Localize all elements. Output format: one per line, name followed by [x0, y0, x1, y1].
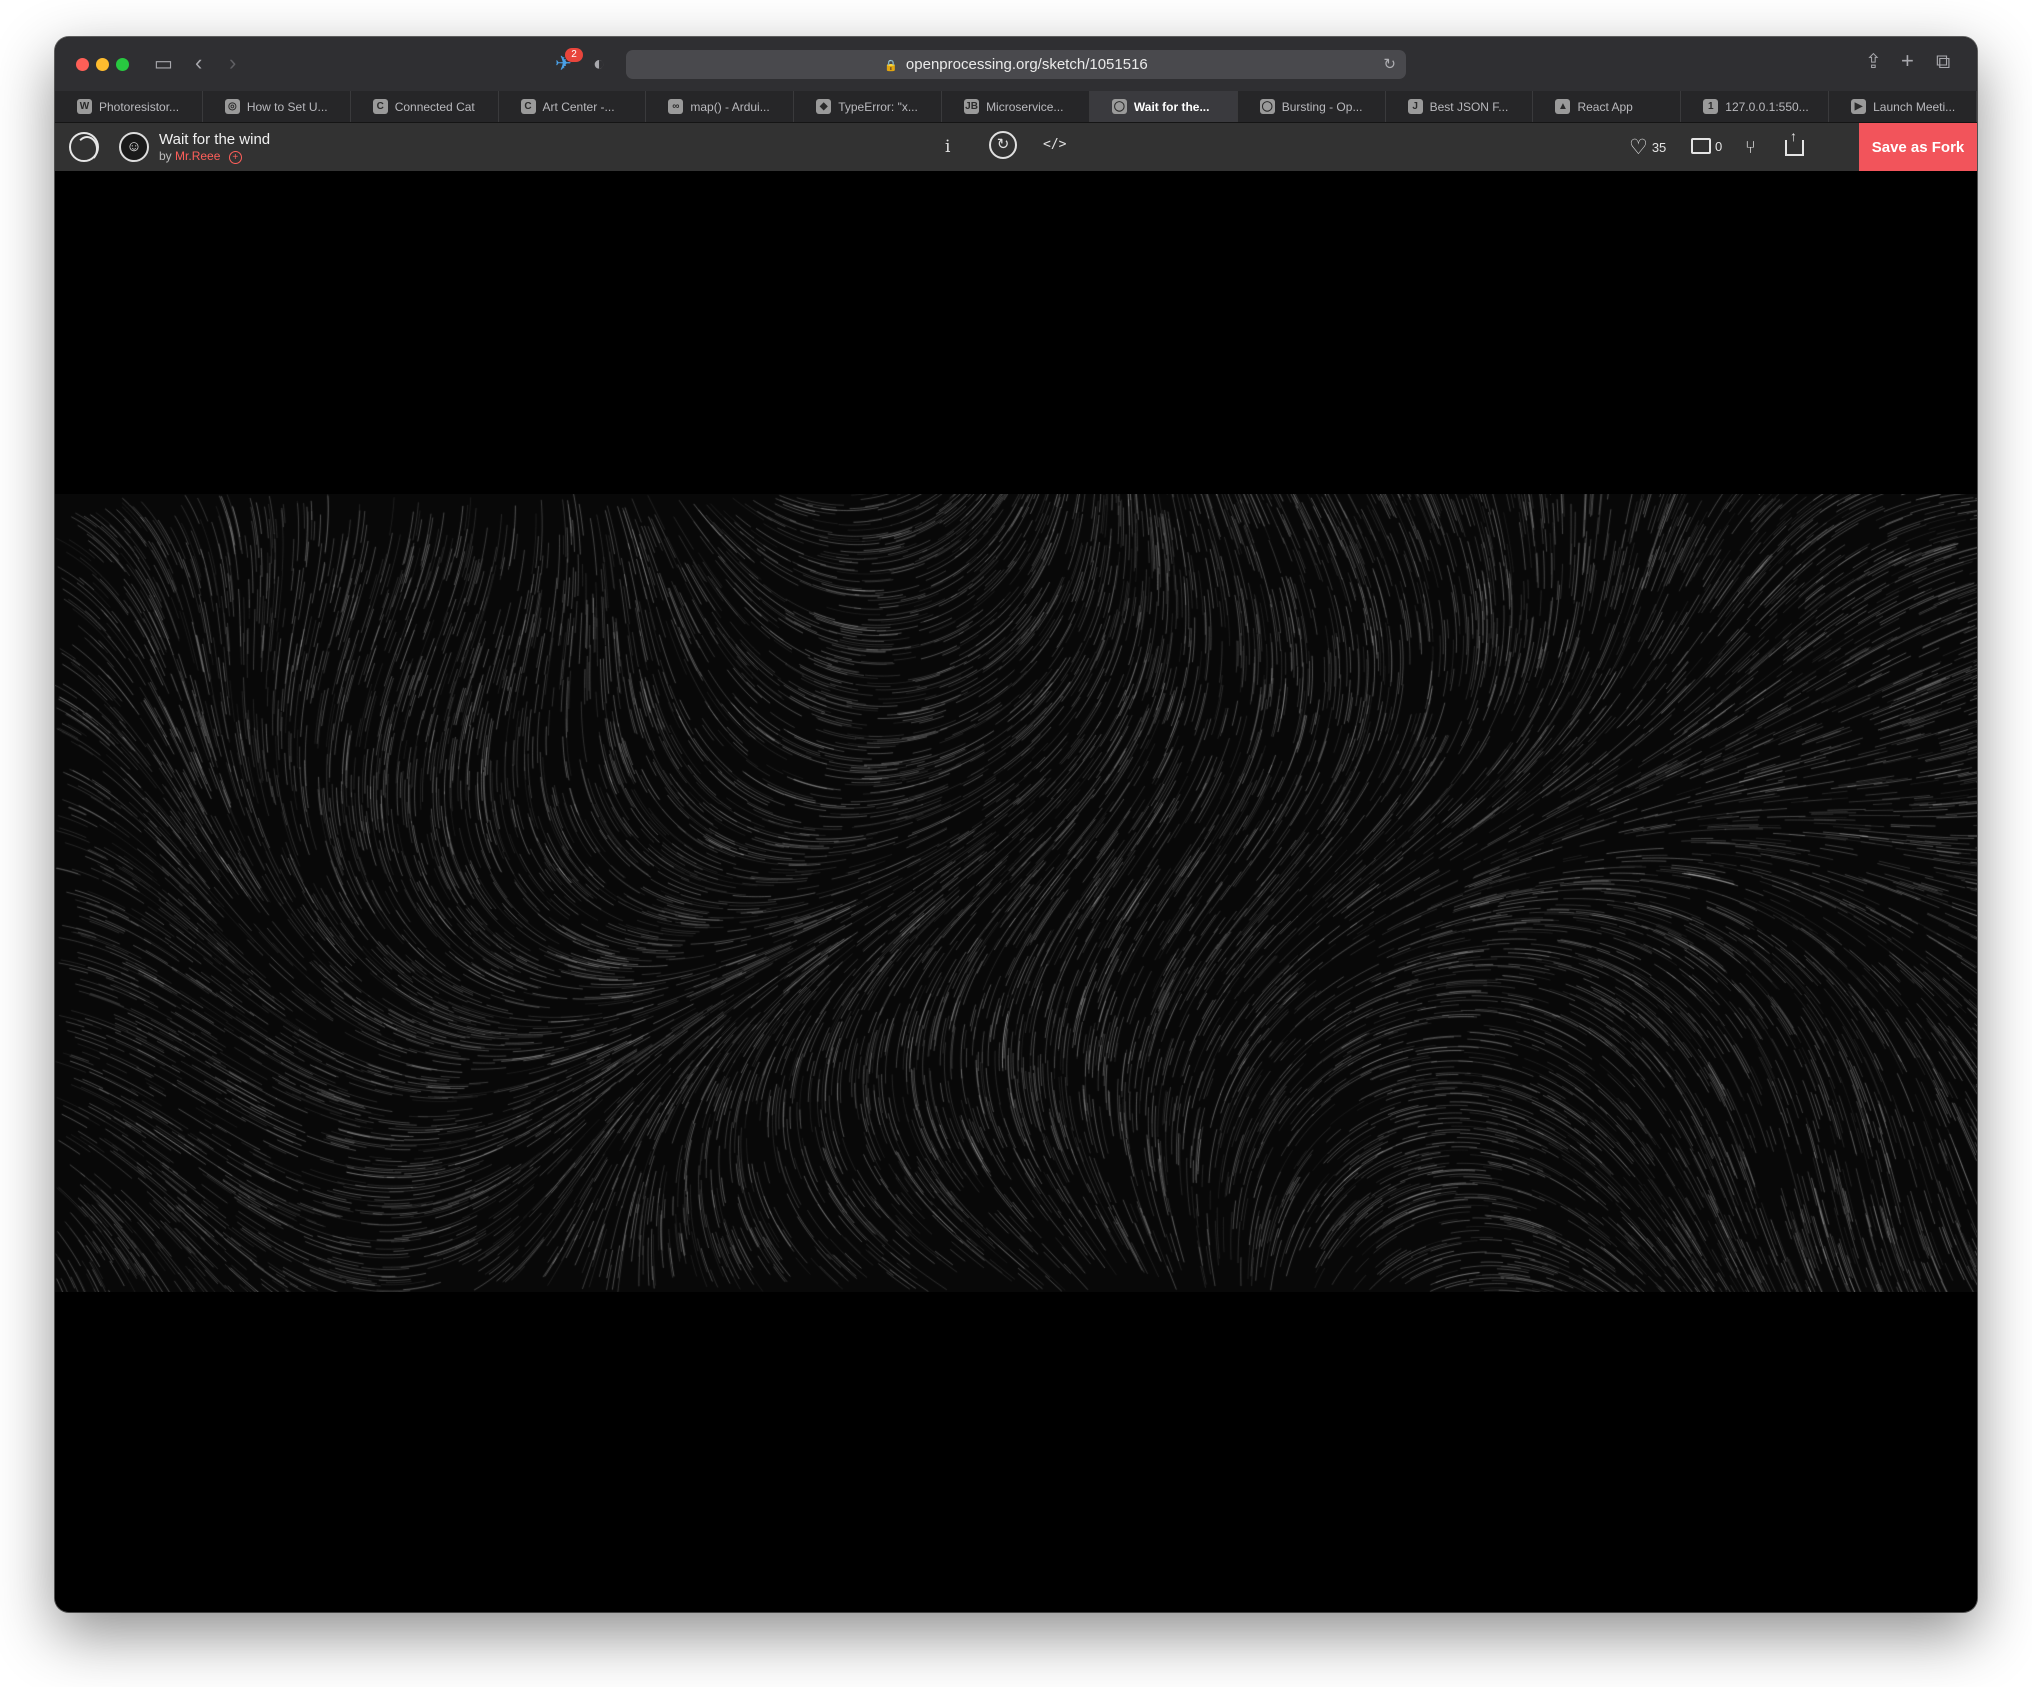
tab-favicon-icon: 1: [1703, 99, 1719, 114]
tab-2[interactable]: C Connected Cat: [351, 91, 499, 122]
tab-label: Photoresistor...: [99, 99, 180, 114]
tab-label: React App: [1577, 99, 1633, 114]
sketch-viewport: [55, 171, 1977, 1612]
like-count: 35: [1651, 140, 1667, 155]
tab-12[interactable]: ▶ Launch Meeti...: [1829, 91, 1977, 122]
reload-icon[interactable]: ↻: [1383, 55, 1396, 73]
fullscreen-window-button[interactable]: [116, 58, 129, 71]
tab-label: How to Set U...: [246, 99, 328, 114]
sketch-actions: ♡ 35 0 ⑂: [1629, 123, 1869, 171]
tab-5[interactable]: ◆ TypeError: "x...: [794, 91, 943, 122]
heart-icon: ♡: [1629, 136, 1648, 159]
tab-8[interactable]: ◯ Bursting - Op...: [1238, 91, 1386, 122]
tab-9[interactable]: J Best JSON F...: [1386, 91, 1534, 122]
privacy-shield-icon[interactable]: ◐: [593, 54, 605, 74]
info-icon[interactable]: i: [945, 137, 950, 157]
lock-icon: 🔒: [884, 60, 898, 72]
url-text: openprocessing.org/sketch/1051516: [905, 56, 1148, 73]
openprocessing-logo-icon[interactable]: [69, 132, 99, 162]
tab-7[interactable]: ◯ Wait for the...: [1089, 91, 1238, 122]
tab-label: Microservice...: [986, 99, 1064, 114]
tab-favicon-icon: ◎: [224, 99, 240, 114]
tab-bar: W Photoresistor... ◎ How to Set U... C Connec…: [55, 91, 1977, 123]
share-icon: [1785, 128, 1804, 156]
sketch-title: Wait for the wind: [159, 131, 271, 148]
tab-6[interactable]: JB Microservice...: [942, 91, 1090, 122]
save-as-fork-button[interactable]: Save as Fork: [1859, 123, 1977, 171]
close-window-button[interactable]: [76, 58, 89, 71]
author-link[interactable]: Mr.Reee: [175, 149, 220, 163]
browser-toolbar: ▭ ‹ › ✈ 2 ◐ 🔒 openprocessing.org/sketch/10…: [55, 37, 1977, 92]
comments-button[interactable]: 0: [1691, 138, 1722, 154]
tab-label: Connected Cat: [394, 99, 475, 114]
code-icon[interactable]: </>: [1043, 137, 1066, 152]
tab-favicon-icon: ◯: [1111, 99, 1127, 114]
tab-1[interactable]: ◎ How to Set U...: [203, 91, 351, 122]
tab-0[interactable]: W Photoresistor...: [55, 91, 203, 122]
tab-label: 127.0.0.1:550...: [1725, 99, 1809, 114]
tab-label: TypeError: "x...: [838, 99, 918, 114]
tab-label: map() - Ardui...: [690, 99, 770, 114]
tab-label: Art Center -...: [542, 99, 615, 114]
forks-button[interactable]: ⑂: [1745, 137, 1756, 157]
tab-favicon-icon: J: [1407, 99, 1423, 114]
share-page-icon[interactable]: ⇪: [1865, 52, 1882, 72]
sidebar-toggle-icon[interactable]: ▭: [154, 54, 173, 74]
restart-icon[interactable]: ↻: [989, 131, 1017, 159]
like-button[interactable]: ♡ 35: [1629, 137, 1666, 158]
tab-10[interactable]: ▲ React App: [1533, 91, 1682, 122]
back-arrow-icon[interactable]: ‹: [195, 52, 202, 74]
tab-favicon-icon: ▲: [1555, 99, 1571, 114]
comment-icon: [1691, 138, 1711, 154]
tab-favicon-icon: C: [372, 99, 388, 114]
tab-3[interactable]: C Art Center -...: [499, 91, 647, 122]
tab-favicon-icon: ∞: [668, 99, 684, 114]
tab-label: Wait for the...: [1133, 99, 1210, 114]
comment-count: 0: [1715, 138, 1723, 154]
by-label: by: [159, 149, 172, 163]
tab-favicon-icon: ▶: [1851, 99, 1867, 114]
browser-window: ▭ ‹ › ✈ 2 ◐ 🔒 openprocessing.org/sketch/10…: [55, 37, 1977, 1612]
tab-favicon-icon: ◆: [816, 99, 832, 114]
new-tab-icon[interactable]: +: [1901, 50, 1914, 72]
sketch-header: ☺ Wait for the wind by Mr.Reee + i ↻ </>…: [55, 123, 1977, 171]
tab-favicon-icon: ◯: [1259, 99, 1275, 114]
share-sketch-button[interactable]: [1785, 128, 1804, 156]
tab-favicon-icon: JB: [964, 99, 980, 114]
sketch-byline: by Mr.Reee +: [159, 149, 242, 164]
sketch-canvas[interactable]: [55, 494, 1977, 1292]
extension-bird-icon[interactable]: ✈ 2: [555, 48, 583, 74]
minimize-window-button[interactable]: [96, 58, 109, 71]
tab-4[interactable]: ∞ map() - Ardui...: [646, 91, 795, 122]
author-avatar[interactable]: ☺: [119, 132, 149, 162]
tab-label: Bursting - Op...: [1281, 99, 1363, 114]
tab-favicon-icon: C: [520, 99, 536, 114]
fork-icon: ⑂: [1745, 137, 1756, 157]
tab-11[interactable]: 1 127.0.0.1:550...: [1681, 91, 1830, 122]
address-bar[interactable]: 🔒 openprocessing.org/sketch/1051516 ↻: [626, 50, 1406, 79]
tab-label: Launch Meeti...: [1873, 99, 1956, 114]
follow-plus-icon[interactable]: +: [228, 151, 242, 164]
tab-overview-icon[interactable]: ⧉: [1936, 52, 1950, 72]
tab-label: Best JSON F...: [1429, 99, 1509, 114]
tab-favicon-icon: W: [77, 99, 92, 114]
extension-badge: 2: [565, 48, 583, 62]
forward-arrow-icon[interactable]: ›: [229, 52, 236, 74]
